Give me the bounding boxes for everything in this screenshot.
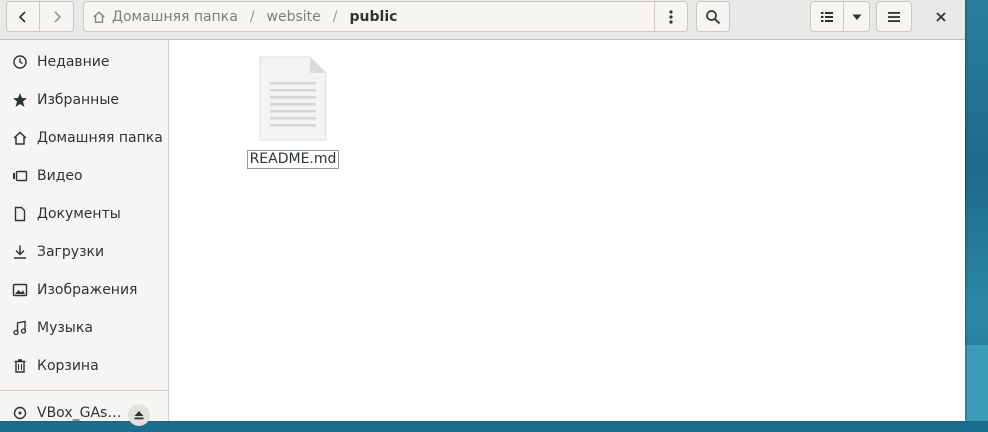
text-file-icon bbox=[259, 56, 327, 141]
sidebar: Недавние Избранные Домашняя папка Видео … bbox=[0, 40, 169, 426]
sidebar-divider bbox=[0, 390, 168, 391]
document-icon bbox=[12, 206, 28, 222]
sidebar-item-downloads[interactable]: Загрузки bbox=[0, 233, 168, 271]
sidebar-item-device[interactable]: VBox_GAs… bbox=[0, 394, 168, 432]
list-view-button[interactable] bbox=[810, 1, 844, 32]
breadcrumb-home[interactable]: Домашняя папка bbox=[112, 9, 238, 25]
header-bar: Домашняя папка / website / public bbox=[0, 0, 965, 40]
sidebar-item-label: Загрузки bbox=[37, 244, 105, 260]
home-icon bbox=[12, 130, 28, 146]
chevron-left-icon bbox=[18, 10, 26, 23]
music-icon bbox=[12, 320, 28, 336]
sidebar-item-label: Видео bbox=[37, 168, 83, 184]
view-options-button[interactable] bbox=[844, 1, 870, 32]
sidebar-item-label: Недавние bbox=[37, 54, 110, 70]
sidebar-item-pictures[interactable]: Изображения bbox=[0, 271, 168, 309]
forward-button[interactable] bbox=[40, 1, 74, 32]
sidebar-item-label: Домашняя папка bbox=[37, 130, 163, 146]
breadcrumb-separator: / bbox=[332, 8, 338, 25]
image-icon bbox=[12, 282, 28, 298]
star-icon bbox=[12, 92, 28, 108]
close-icon bbox=[936, 11, 946, 22]
chevron-down-icon bbox=[852, 14, 861, 20]
video-icon bbox=[12, 168, 28, 184]
file-manager-window: Домашняя папка / website / public Недавн… bbox=[0, 0, 965, 426]
back-button[interactable] bbox=[6, 1, 40, 32]
desktop-band bbox=[965, 345, 988, 421]
breadcrumb-public[interactable]: public bbox=[350, 9, 398, 25]
search-icon bbox=[706, 9, 721, 24]
list-view-icon bbox=[821, 11, 833, 22]
desktop-background bbox=[965, 0, 988, 421]
main-menu-button[interactable] bbox=[876, 1, 912, 32]
sidebar-item-label: Избранные bbox=[37, 92, 119, 108]
sidebar-item-home[interactable]: Домашняя папка bbox=[0, 119, 168, 157]
sidebar-item-recent[interactable]: Недавние bbox=[0, 43, 168, 81]
sidebar-item-label: Корзина bbox=[37, 358, 99, 374]
sidebar-item-trash[interactable]: Корзина bbox=[0, 347, 168, 385]
chevron-right-icon bbox=[53, 10, 61, 23]
file-name: README.md bbox=[246, 150, 340, 169]
path-bar[interactable]: Домашняя папка / website / public bbox=[83, 1, 654, 32]
home-icon bbox=[93, 10, 105, 23]
sidebar-item-music[interactable]: Музыка bbox=[0, 309, 168, 347]
trash-icon bbox=[12, 358, 28, 374]
close-button[interactable] bbox=[924, 1, 958, 32]
breadcrumb-website[interactable]: website bbox=[267, 9, 321, 25]
file-view: README.md bbox=[170, 41, 965, 421]
search-button[interactable] bbox=[696, 1, 730, 32]
eject-icon[interactable] bbox=[128, 404, 150, 426]
download-icon bbox=[12, 244, 28, 260]
sidebar-item-label: VBox_GAs… bbox=[37, 405, 122, 421]
sidebar-item-label: Изображения bbox=[37, 282, 138, 298]
sidebar-item-starred[interactable]: Избранные bbox=[0, 81, 168, 119]
path-menu-button[interactable] bbox=[654, 1, 688, 32]
sidebar-item-videos[interactable]: Видео bbox=[0, 157, 168, 195]
sidebar-item-documents[interactable]: Документы bbox=[0, 195, 168, 233]
hamburger-menu-icon bbox=[888, 11, 900, 22]
file-item[interactable]: README.md bbox=[246, 56, 340, 171]
sidebar-item-label: Музыка bbox=[37, 320, 93, 336]
breadcrumb-separator: / bbox=[249, 8, 255, 25]
disc-icon bbox=[12, 405, 28, 421]
kebab-menu-icon bbox=[669, 9, 673, 24]
sidebar-item-label: Документы bbox=[37, 206, 121, 222]
clock-icon bbox=[12, 54, 28, 70]
